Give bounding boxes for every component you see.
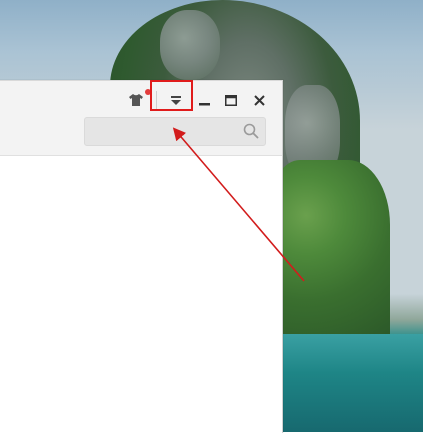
minimize-icon: [198, 91, 210, 110]
shirt-icon: [129, 91, 143, 110]
minimize-button[interactable]: [192, 89, 216, 111]
close-icon: [253, 91, 265, 110]
wallpaper-rock: [160, 10, 220, 80]
search-input[interactable]: [91, 122, 235, 142]
maximize-button[interactable]: [219, 89, 243, 111]
title-bar: [0, 81, 282, 156]
search-box[interactable]: [84, 117, 266, 146]
wallpaper-sea: [270, 334, 423, 432]
wallpaper-trees: [270, 160, 390, 345]
maximize-icon: [225, 91, 237, 110]
close-button[interactable]: [247, 89, 271, 111]
main-content-area: [0, 156, 282, 433]
search-icon[interactable]: [243, 123, 259, 139]
annotation-highlight-box: [150, 80, 193, 111]
app-window: [0, 80, 283, 433]
